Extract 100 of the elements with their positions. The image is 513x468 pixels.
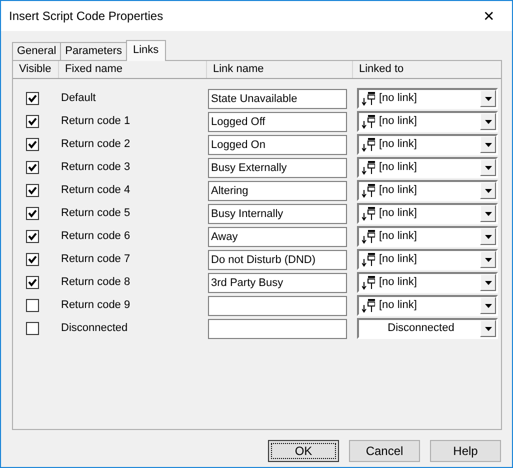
check-icon [28,278,37,287]
checkbox[interactable] [26,322,39,335]
column-header: Link name [206,61,352,78]
tab[interactable]: Links [126,40,166,61]
checkbox[interactable] [26,276,39,289]
link-icon [362,298,375,312]
link-icon [362,230,375,244]
link-name-field[interactable]: Busy Externally [208,158,347,178]
caret-icon [484,166,492,170]
fixed-name: Return code 6 [60,230,130,242]
linked-to-dropdown[interactable]: [no link] [357,272,498,293]
link-name-field[interactable]: Busy Internally [208,204,347,224]
fixed-name: Return code 2 [60,138,130,150]
link-icon [362,276,375,290]
check-icon [28,140,37,149]
checkbox[interactable] [26,299,39,312]
linked-to-dropdown[interactable]: [no link] [357,295,498,316]
caret-icon [484,188,492,192]
link-name-field[interactable]: Altering [208,180,347,200]
link-icon [362,252,375,266]
link-name-field[interactable]: State Unavailable [208,88,347,108]
link-name-field[interactable]: 3rd Party Busy [208,272,347,292]
link-icon [362,206,375,220]
checkbox[interactable] [26,253,39,266]
fixed-name: Default [60,92,96,104]
fixed-name: Return code 3 [60,161,130,174]
link-icon [362,160,375,174]
checkbox[interactable] [26,92,39,105]
dialog-button[interactable]: Cancel [349,440,420,462]
dropdown-value: [no link] [379,275,417,290]
dropdown-arrow-button[interactable] [480,136,496,153]
dropdown-arrow-button[interactable] [480,228,496,245]
link-name-field[interactable] [208,318,347,338]
check-icon [28,186,37,195]
caret-icon [484,96,492,100]
check-icon [28,232,37,241]
link-name-field[interactable]: Away [208,226,347,246]
checkbox[interactable] [26,138,39,151]
dropdown-value: [no link] [379,183,417,198]
dropdown-value: [no link] [379,229,417,244]
link-name-field[interactable]: Logged Off [208,112,347,132]
tab[interactable]: General [12,42,62,60]
linked-to-dropdown[interactable]: [no link] [357,226,498,247]
linked-to-dropdown[interactable]: Disconnected [357,318,498,339]
link-name-field[interactable]: Logged On [208,134,347,154]
fixed-name: Return code 9 [60,299,130,312]
dropdown-arrow-button[interactable] [480,205,496,222]
checkbox[interactable] [26,184,39,197]
link-name-field[interactable]: Do not Disturb (DND) [208,250,347,270]
checkbox[interactable] [26,115,39,128]
check-icon [28,255,37,264]
linked-to-dropdown[interactable]: [no link] [357,203,498,224]
dropdown-arrow-button[interactable] [480,251,496,268]
caret-icon [484,142,492,146]
caret-icon [484,326,492,330]
dropdown-arrow-button[interactable] [480,113,496,130]
link-name-field[interactable] [208,296,347,316]
checkbox[interactable] [26,161,39,174]
column-header: Visible [18,62,52,77]
fixed-name: Return code 8 [60,276,130,288]
link-icon [362,184,375,198]
dialog-button[interactable]: OK [268,440,339,462]
caret-icon [484,258,492,262]
caret-icon [484,304,492,308]
dropdown-value: Disconnected [388,321,454,336]
dropdown-value: [no link] [379,160,417,176]
dropdown-value: [no link] [379,137,417,152]
check-icon [28,94,37,103]
dropdown-arrow-button[interactable] [480,90,496,107]
checkbox[interactable] [26,230,39,243]
dropdown-arrow-button[interactable] [480,274,496,291]
close-button[interactable]: ✕ [466,1,512,31]
window-title: Insert Script Code Properties [9,8,164,25]
link-icon [362,92,375,106]
column-header: Linked to [352,61,506,78]
dropdown-value: [no link] [379,206,417,222]
dropdown-arrow-button[interactable] [480,159,496,176]
dropdown-arrow-button[interactable] [480,182,496,199]
link-icon [362,114,375,128]
check-icon [28,163,37,172]
caret-icon [484,234,492,238]
linked-to-dropdown[interactable]: [no link] [357,249,498,270]
dropdown-arrow-button[interactable] [480,297,496,314]
column-header: Fixed name [58,61,206,78]
dropdown-value: [no link] [379,91,417,106]
linked-to-dropdown[interactable]: [no link] [357,134,498,155]
linked-to-dropdown[interactable]: [no link] [357,180,498,201]
linked-to-dropdown[interactable]: [no link] [357,111,498,132]
dialog-button[interactable]: Help [430,440,501,462]
fixed-name: Return code 4 [60,184,130,196]
linked-to-dropdown[interactable]: [no link] [357,157,498,178]
caret-icon [484,120,492,124]
dropdown-arrow-button[interactable] [480,320,496,337]
link-icon [362,138,375,152]
linked-to-dropdown[interactable]: [no link] [357,88,498,109]
fixed-name: Return code 1 [60,115,130,128]
fixed-name: Return code 5 [60,207,130,220]
checkbox[interactable] [26,207,39,220]
caret-icon [484,280,492,284]
dropdown-value: [no link] [379,114,417,130]
